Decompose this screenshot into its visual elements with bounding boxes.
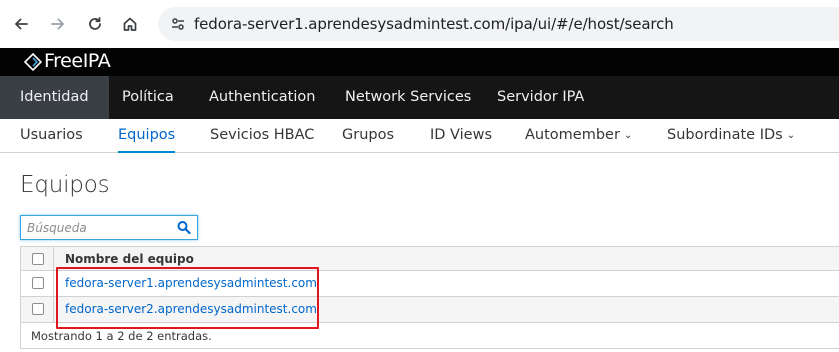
- secondary-nav: Usuarios Equipos Sevicios HBAC Grupos ID…: [0, 119, 839, 153]
- address-bar[interactable]: fedora-server1.aprendesysadmintest.com/i…: [158, 7, 839, 41]
- tab-equipos[interactable]: Equipos: [118, 119, 176, 153]
- host-name-cell: fedora-server1.aprendesysadmintest.com: [65, 271, 317, 296]
- row-check-cell: [20, 297, 54, 322]
- host-link[interactable]: fedora-server2.aprendesysadmintest.com: [65, 302, 317, 316]
- primary-nav: Identidad Política Authentication Networ…: [0, 76, 839, 119]
- home-icon[interactable]: [118, 12, 142, 36]
- tab-grupos[interactable]: Grupos: [342, 119, 394, 153]
- search-input[interactable]: [27, 219, 167, 236]
- page-title: Equipos: [20, 172, 110, 198]
- forward-icon[interactable]: [46, 12, 70, 36]
- chevron-down-icon: ⌄: [623, 130, 633, 141]
- tab-usuarios[interactable]: Usuarios: [20, 119, 83, 153]
- select-all-cell: [20, 247, 54, 270]
- hosts-table: Nombre del equipo fedora-server1.aprende…: [20, 246, 839, 349]
- search-icon[interactable]: [177, 220, 191, 235]
- tab-automember-label: Automember: [525, 127, 620, 143]
- primary-nav-politica[interactable]: Política: [102, 76, 194, 119]
- row-check-cell: [20, 271, 54, 296]
- brand-name: FreeIPA: [44, 50, 111, 72]
- tab-automember[interactable]: Automember ⌄: [525, 119, 632, 153]
- primary-nav-servidor-ipa[interactable]: Servidor IPA: [477, 76, 604, 119]
- table-row: fedora-server1.aprendesysadmintest.com: [20, 271, 839, 297]
- freeipa-logo-icon: [23, 52, 43, 72]
- tab-servicios-hbac[interactable]: Sevicios HBAC: [210, 119, 314, 153]
- reload-icon[interactable]: [83, 12, 107, 36]
- row-checkbox[interactable]: [32, 277, 44, 289]
- row-checkbox[interactable]: [32, 303, 44, 315]
- browser-toolbar: fedora-server1.aprendesysadmintest.com/i…: [0, 0, 839, 48]
- pagination-summary: Mostrando 1 a 2 de 2 entradas.: [31, 329, 212, 343]
- host-name-cell: fedora-server2.aprendesysadmintest.com: [65, 297, 317, 322]
- site-settings-icon[interactable]: [170, 16, 186, 32]
- url-text[interactable]: fedora-server1.aprendesysadmintest.com/i…: [194, 15, 674, 33]
- primary-nav-network-services[interactable]: Network Services: [325, 76, 491, 119]
- primary-nav-authentication[interactable]: Authentication: [189, 76, 335, 119]
- tab-subordinate-ids-label: Subordinate IDs: [667, 127, 783, 143]
- tab-id-views[interactable]: ID Views: [430, 119, 492, 153]
- search-box: [20, 215, 198, 240]
- table-row: fedora-server2.aprendesysadmintest.com: [20, 297, 839, 323]
- table-footer: Mostrando 1 a 2 de 2 entradas.: [20, 323, 839, 349]
- select-all-checkbox[interactable]: [32, 253, 44, 265]
- tab-subordinate-ids[interactable]: Subordinate IDs ⌄: [667, 119, 795, 153]
- column-header-host-name[interactable]: Nombre del equipo: [65, 247, 194, 270]
- primary-nav-identidad[interactable]: Identidad: [0, 76, 109, 119]
- chevron-down-icon: ⌄: [786, 130, 796, 141]
- table-header-row: Nombre del equipo: [20, 246, 839, 271]
- masthead: FreeIPA: [0, 48, 839, 76]
- back-icon[interactable]: [9, 12, 33, 36]
- host-link[interactable]: fedora-server1.aprendesysadmintest.com: [65, 276, 317, 290]
